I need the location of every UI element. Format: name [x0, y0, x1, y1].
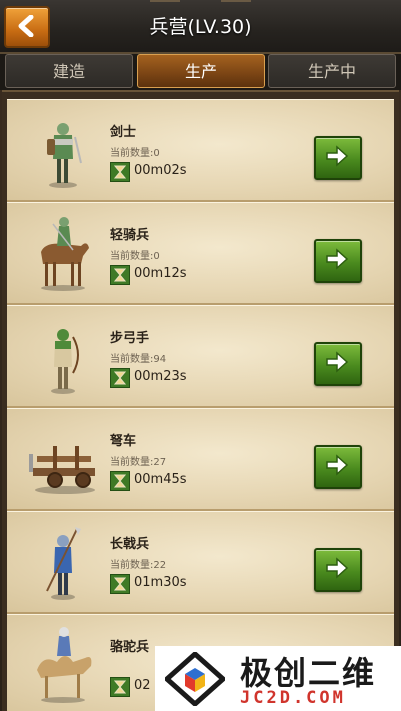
unit-time: 00m12s [134, 266, 187, 281]
hourglass-icon [110, 471, 130, 491]
unit-count: 当前数量:0 [110, 148, 160, 159]
unit-row-ballista: 弩车 当前数量:27 00m45s [7, 408, 394, 511]
tab-produce[interactable]: 生产 [137, 54, 265, 88]
light-cavalry-icon [41, 217, 89, 291]
produce-button-swordsman[interactable] [314, 136, 362, 180]
unit-time: 00m45s [134, 472, 187, 487]
unit-panel: 剑士 当前数量:0 00m02s 轻骑兵 当前数量:0 00m12s 步弓手 当… [2, 90, 399, 711]
watermark-subtitle: JC2D.COM [240, 688, 346, 708]
unit-time: 00m23s [134, 369, 187, 384]
unit-name: 骆驼兵 [110, 640, 150, 655]
produce-button-halberdier[interactable] [314, 548, 362, 592]
unit-time: 02 [134, 678, 151, 693]
tab-build[interactable]: 建造 [5, 54, 133, 88]
arrow-right-icon [326, 351, 349, 373]
unit-count: 当前数量:0 [110, 251, 160, 262]
tab-bar: 建造 生产 生产中 [0, 54, 401, 90]
unit-count: 当前数量:94 [110, 354, 167, 365]
arrow-right-icon [326, 557, 349, 579]
hourglass-icon [110, 574, 130, 594]
hourglass-icon [110, 368, 130, 388]
halberdier-icon [46, 527, 81, 600]
unit-time: 00m02s [134, 163, 187, 178]
swordsman-icon [47, 123, 82, 188]
unit-name: 轻骑兵 [110, 228, 150, 243]
header-bar: 兵营(LV.30) [0, 0, 401, 54]
page-title: 兵营(LV.30) [149, 16, 252, 38]
hourglass-icon [110, 162, 130, 182]
barracks-screen: 兵营(LV.30) 建造 生产 生产中 剑士 当前数量:0 00m02s 轻骑兵… [0, 0, 401, 711]
ballista-icon [29, 446, 95, 494]
archer-icon [51, 329, 79, 394]
unit-row-swordsman: 剑士 当前数量:0 00m02s [7, 99, 394, 202]
unit-name: 剑士 [110, 125, 137, 140]
arrow-right-icon [326, 145, 349, 167]
unit-name: 长戟兵 [110, 537, 150, 552]
unit-name: 弩车 [110, 434, 137, 449]
unit-count: 当前数量:22 [110, 560, 167, 571]
produce-button-light-cavalry[interactable] [314, 239, 362, 283]
unit-name: 步弓手 [110, 331, 150, 346]
watermark-logo [165, 652, 225, 706]
unit-row-light-cavalry: 轻骑兵 当前数量:0 00m12s [7, 202, 394, 305]
hourglass-icon [110, 677, 130, 697]
produce-button-archer[interactable] [314, 342, 362, 386]
hourglass-icon [110, 265, 130, 285]
unit-row-halberdier: 长戟兵 当前数量:22 01m30s [7, 511, 394, 614]
arrow-right-icon [326, 248, 349, 270]
arrow-right-icon [326, 454, 349, 476]
camel-rider-icon [37, 627, 92, 703]
tab-in-production[interactable]: 生产中 [268, 54, 396, 88]
produce-button-ballista[interactable] [314, 445, 362, 489]
unit-row-archer: 步弓手 当前数量:94 00m23s [7, 305, 394, 408]
watermark: 极创二维 JC2D.COM [155, 646, 401, 711]
unit-time: 01m30s [134, 575, 187, 590]
unit-count: 当前数量:27 [110, 457, 167, 468]
unit-list[interactable]: 剑士 当前数量:0 00m02s 轻骑兵 当前数量:0 00m12s 步弓手 当… [7, 99, 394, 711]
